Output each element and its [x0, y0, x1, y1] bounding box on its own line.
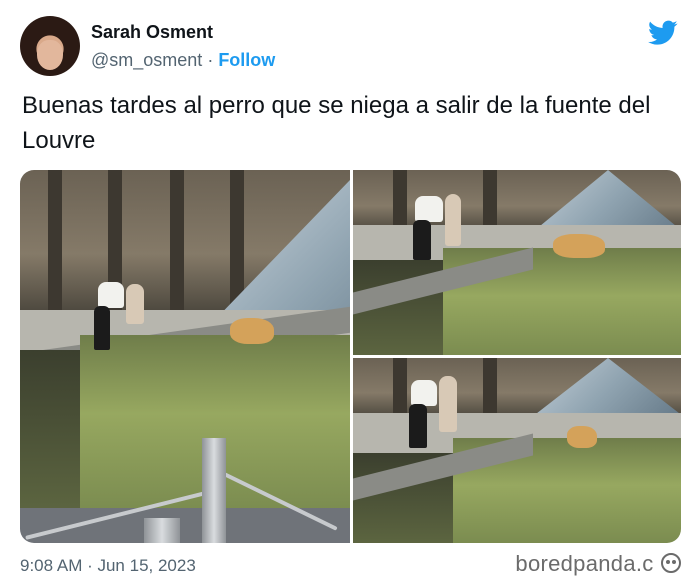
- media-grid: [20, 170, 681, 543]
- watermark-text: boredpanda.c: [515, 551, 654, 576]
- watermark: boredpanda.c: [515, 551, 682, 577]
- author-name[interactable]: Sarah Osment: [91, 22, 213, 43]
- tweet-timestamp[interactable]: 9:08 AM · Jun 15, 2023: [20, 556, 196, 576]
- bollard-front: [144, 518, 180, 543]
- woman: [439, 376, 457, 432]
- photo-3[interactable]: [353, 358, 681, 543]
- photo-1[interactable]: [20, 170, 350, 543]
- dog: [230, 318, 274, 344]
- handle-row: @sm_osment · Follow: [91, 50, 275, 71]
- man-legs: [413, 220, 431, 260]
- man-legs: [409, 404, 427, 448]
- avatar[interactable]: [20, 16, 80, 76]
- man-legs: [94, 306, 110, 350]
- follow-button[interactable]: Follow: [218, 50, 275, 70]
- author-handle[interactable]: @sm_osment: [91, 50, 202, 70]
- tweet-text: Buenas tardes al perro que se niega a sa…: [22, 92, 651, 154]
- dog: [553, 234, 605, 258]
- bollard: [202, 438, 226, 543]
- man-shirt: [411, 380, 437, 406]
- twitter-bird-icon: [648, 20, 678, 45]
- tweet-header: Sarah Osment @sm_osment · Follow: [20, 14, 680, 78]
- man-shirt: [98, 282, 124, 308]
- woman: [445, 194, 461, 246]
- separator: ·: [202, 50, 219, 70]
- man-shirt: [415, 196, 443, 222]
- dog: [567, 426, 597, 448]
- woman: [126, 284, 144, 324]
- photo-2[interactable]: [353, 170, 681, 355]
- bp-logo-icon: [661, 553, 681, 573]
